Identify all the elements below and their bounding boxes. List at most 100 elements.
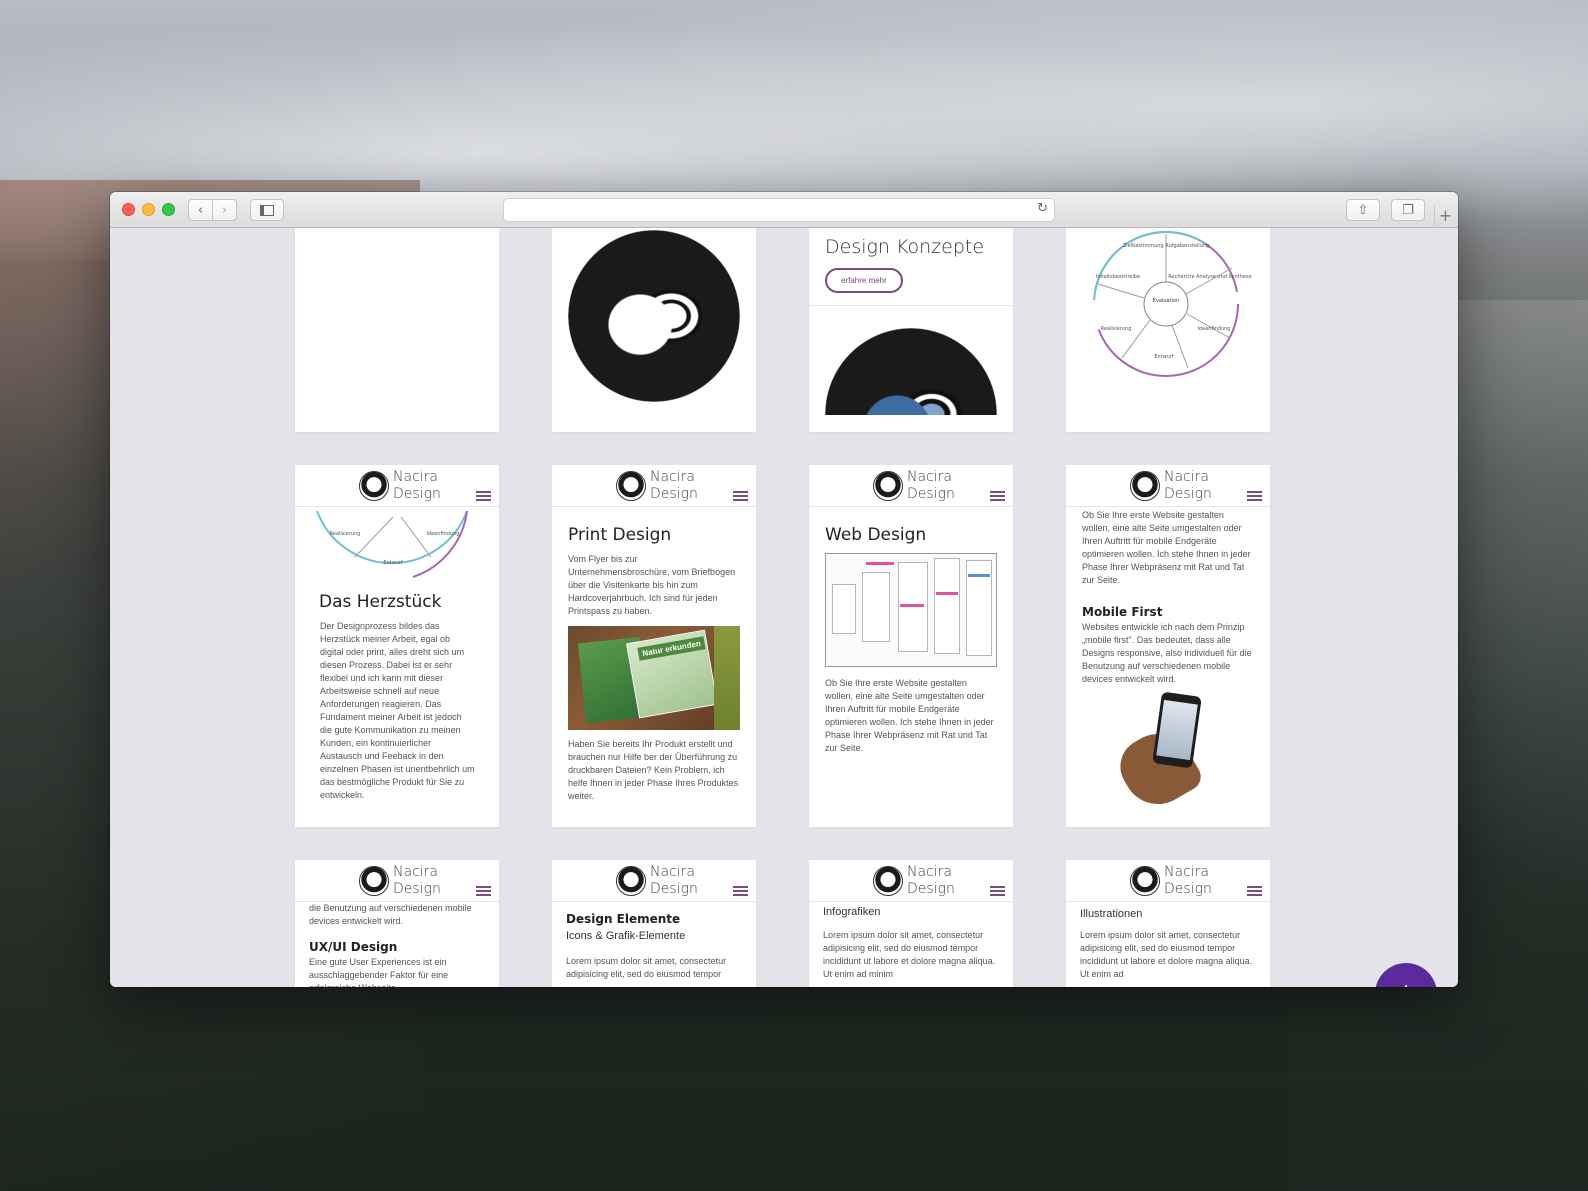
mini-header: Nacira Design bbox=[295, 860, 499, 902]
mini-header: Nacira Design bbox=[1066, 860, 1270, 902]
share-icon: ⇧ bbox=[1357, 202, 1369, 218]
brand-name: Nacira Design bbox=[907, 469, 955, 502]
screen-card-infografiken[interactable]: Nacira Design Infografiken Lorem ipsum do… bbox=[809, 860, 1013, 987]
brand-logo bbox=[1130, 866, 1160, 896]
new-tab-button[interactable]: + bbox=[1434, 206, 1456, 228]
cycle-label-recherche: Recherche Analyse und Synthese bbox=[1168, 274, 1251, 280]
uxui-title: UX/UI Design bbox=[309, 940, 398, 954]
portrait-illustration bbox=[568, 230, 740, 402]
sidebar-icon bbox=[260, 204, 274, 216]
hamburger-menu-icon[interactable] bbox=[733, 886, 748, 896]
share-button[interactable]: ⇧ bbox=[1346, 199, 1380, 221]
browser-window: ‹ › ↻ ⇧ ❐ + Design Konzepte erfahre mehr bbox=[110, 192, 1458, 987]
screen-card-ux-ui[interactable]: Nacira Design die Benutzung auf verschied… bbox=[295, 860, 499, 987]
mini-header: Nacira Design bbox=[295, 465, 499, 507]
tabs-icon: ❐ bbox=[1402, 202, 1414, 218]
uxui-intro-text: die Benutzung auf verschiedenen mobile d… bbox=[309, 903, 472, 926]
page-content: Design Konzepte erfahre mehr Zielbestimm… bbox=[110, 228, 1458, 987]
hamburger-menu-icon[interactable] bbox=[1247, 886, 1262, 896]
mini-header: Nacira Design bbox=[809, 860, 1013, 902]
cycle-label-inhalt: Inhaltsbeschreibe bbox=[1096, 274, 1140, 280]
reload-icon[interactable]: ↻ bbox=[1037, 201, 1048, 216]
address-bar[interactable]: ↻ bbox=[503, 198, 1055, 222]
brand-logo bbox=[1130, 471, 1160, 501]
brand-name: Nacira Design bbox=[650, 469, 698, 502]
close-window-button[interactable] bbox=[122, 203, 135, 216]
herz-cycle-ideenfindung: Ideenfindung bbox=[427, 531, 460, 537]
infografiken-title: Infografiken bbox=[823, 906, 881, 918]
brand-logo bbox=[873, 471, 903, 501]
mini-header: Nacira Design bbox=[1066, 465, 1270, 507]
browser-toolbar: ‹ › ↻ ⇧ ❐ + bbox=[110, 192, 1458, 228]
tabs-overview-button[interactable]: ❐ bbox=[1391, 199, 1425, 221]
chevron-right-icon: › bbox=[221, 202, 228, 218]
add-fab-button[interactable]: + bbox=[1375, 963, 1437, 987]
minimize-window-button[interactable] bbox=[142, 203, 155, 216]
brand-logo bbox=[873, 866, 903, 896]
screen-card-mobile-first[interactable]: Nacira Design Ob Sie Ihre erste Website g… bbox=[1066, 465, 1270, 827]
screen-card-design-elemente[interactable]: Nacira Design Design Elemente Icons & Gra… bbox=[552, 860, 756, 987]
plus-icon: + bbox=[1438, 206, 1453, 225]
mini-header: Nacira Design bbox=[809, 465, 1013, 507]
mobile-intro-text: Ob Sie Ihre erste Website gestalten woll… bbox=[1082, 510, 1251, 585]
screen-card-design-konzepte[interactable]: Design Konzepte erfahre mehr bbox=[809, 228, 1013, 432]
brand-name: Nacira Design bbox=[393, 864, 441, 897]
hamburger-menu-icon[interactable] bbox=[990, 491, 1005, 501]
brand-name: Nacira Design bbox=[650, 864, 698, 897]
brand-logo bbox=[616, 866, 646, 896]
design-elemente-title: Design Elemente bbox=[566, 912, 681, 926]
screen-card-blank[interactable] bbox=[295, 228, 499, 432]
cycle-label-ideenfindung: Ideenfindung bbox=[1198, 326, 1231, 332]
chevron-left-icon: ‹ bbox=[197, 202, 204, 218]
forward-button[interactable]: › bbox=[212, 199, 237, 221]
hamburger-menu-icon[interactable] bbox=[1247, 491, 1262, 501]
brand-name: Nacira Design bbox=[1164, 864, 1212, 897]
mobile-first-title: Mobile First bbox=[1082, 605, 1163, 619]
erfahre-mehr-button[interactable]: erfahre mehr bbox=[825, 268, 903, 293]
cycle-label-realisierung: Realisierung bbox=[1101, 326, 1132, 332]
herzstueck-text: Der Designprozess bildes das Herzstück m… bbox=[320, 621, 475, 800]
brand-logo bbox=[359, 866, 389, 896]
cycle-label-evaluation: Evaluation bbox=[1153, 298, 1179, 304]
portrait-blue-illustration bbox=[825, 328, 997, 415]
illustrationen-title: Illustrationen bbox=[1080, 908, 1143, 920]
hamburger-menu-icon[interactable] bbox=[990, 886, 1005, 896]
wireframe-sketch bbox=[825, 553, 997, 667]
plus-icon: + bbox=[1400, 978, 1413, 987]
print-flyer-photo: Natur erkunden bbox=[568, 626, 740, 730]
infografiken-text: Lorem ipsum dolor sit amet, consectetur … bbox=[823, 930, 996, 979]
design-cycle-diagram: Zielbestimmung Aufgabenstellung Recherch… bbox=[1093, 231, 1252, 377]
hamburger-menu-icon[interactable] bbox=[476, 886, 491, 896]
brand-logo bbox=[616, 471, 646, 501]
screen-card-illustrationen[interactable]: Nacira Design Illustrationen Lorem ipsum … bbox=[1066, 860, 1270, 987]
back-button[interactable]: ‹ bbox=[188, 199, 213, 221]
design-elemente-subtitle: Icons & Grafik-Elemente bbox=[566, 930, 686, 942]
hamburger-menu-icon[interactable] bbox=[733, 491, 748, 501]
screen-card-portrait[interactable] bbox=[552, 228, 756, 432]
screen-card-herzstueck[interactable]: Nacira Design Realisierung Ideenfindung E… bbox=[295, 465, 499, 827]
screen-card-print-design[interactable]: Nacira Design Print Design Vom Flyer bis … bbox=[552, 465, 756, 827]
design-konzepte-title: Design Konzepte bbox=[825, 236, 985, 258]
herzstueck-title: Das Herzstück bbox=[319, 592, 442, 612]
hamburger-menu-icon[interactable] bbox=[476, 491, 491, 501]
herz-cycle-realisierung: Realisierung bbox=[330, 531, 361, 537]
mini-header: Nacira Design bbox=[552, 860, 756, 902]
illustrationen-text: Lorem ipsum dolor sit amet, consectetur … bbox=[1080, 930, 1253, 979]
print-design-title: Print Design bbox=[568, 525, 672, 545]
print-design-text-2: Haben Sie bereits Ihr Produkt erstellt u… bbox=[568, 739, 739, 801]
herz-cycle-entwurf: Entwurf bbox=[383, 560, 403, 566]
brand-name: Nacira Design bbox=[1164, 469, 1212, 502]
phone-in-hand-illustration bbox=[1110, 691, 1223, 817]
web-design-title: Web Design bbox=[825, 525, 927, 545]
mini-header: Nacira Design bbox=[552, 465, 756, 507]
cycle-label-zielbestimmung: Zielbestimmung Aufgabenstellung bbox=[1123, 243, 1209, 249]
maximize-window-button[interactable] bbox=[162, 203, 175, 216]
screen-card-design-cycle[interactable]: Zielbestimmung Aufgabenstellung Recherch… bbox=[1066, 228, 1270, 432]
web-design-text: Ob Sie Ihre erste Website gestalten woll… bbox=[825, 678, 994, 753]
cycle-label-entwurf: Entwurf bbox=[1154, 354, 1174, 360]
sidebar-toggle-button[interactable] bbox=[250, 199, 284, 221]
brand-name: Nacira Design bbox=[393, 469, 441, 502]
screen-card-web-design[interactable]: Nacira Design Web Design Ob Sie Ihre erst… bbox=[809, 465, 1013, 827]
brand-name: Nacira Design bbox=[907, 864, 955, 897]
brand-logo bbox=[359, 471, 389, 501]
